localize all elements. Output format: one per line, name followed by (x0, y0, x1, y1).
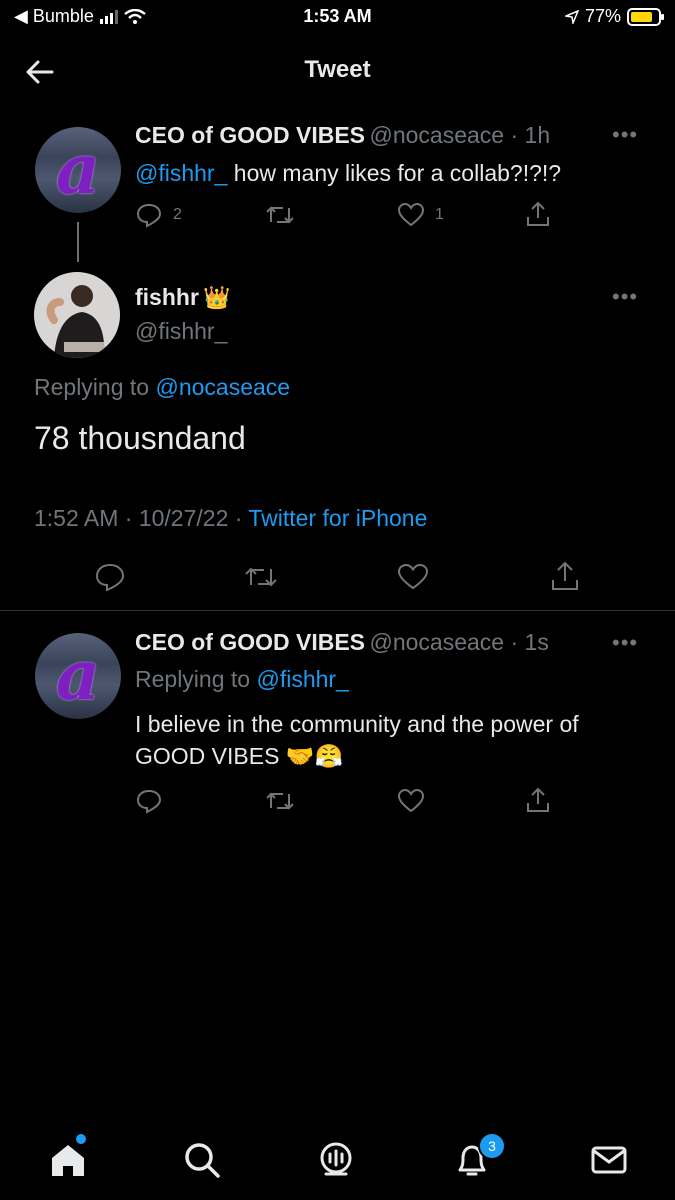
tweet-author[interactable]: fishhr 👑 (135, 284, 231, 311)
like-count: 1 (435, 206, 444, 223)
tweet-timestamp: 1:52 AM · 10/27/22 · Twitter for iPhone (34, 505, 427, 532)
handle-time: @nocaseace · 1h (369, 122, 551, 148)
replying-to-link[interactable]: @fishhr_ (256, 666, 348, 692)
tweet-text-line: I believe in the community and the power… (135, 711, 579, 737)
reply-button[interactable]: 2 (135, 202, 182, 228)
main-tweet-actions (0, 556, 675, 600)
nav-search[interactable] (180, 1138, 224, 1182)
replying-prefix: Replying to (135, 666, 257, 692)
retweet-icon (266, 206, 294, 224)
notifications-badge: 3 (478, 1132, 506, 1160)
display-name[interactable]: CEO of GOOD VIBES (135, 629, 365, 655)
heart-icon (397, 202, 425, 227)
heart-icon[interactable] (397, 788, 425, 814)
tweet-actions (135, 786, 555, 816)
more-options-icon[interactable]: ••• (612, 284, 638, 310)
bottom-nav: 3 (0, 1120, 675, 1200)
spaces-icon (320, 1142, 352, 1176)
avatar[interactable]: a (35, 633, 121, 719)
display-name[interactable]: CEO of GOOD VIBES (135, 122, 365, 148)
heart-icon[interactable] (397, 563, 429, 591)
tweet-text: 78 thousndand (34, 420, 246, 456)
crown-emoji: 👑 (203, 285, 231, 310)
tweet-header: CEO of GOOD VIBES @nocaseace · 1s (135, 629, 605, 656)
profile-photo (34, 272, 120, 358)
reply-icon[interactable] (94, 562, 126, 592)
display-name: fishhr (135, 284, 199, 310)
reply-icon (136, 203, 162, 228)
status-right: 77% (564, 6, 664, 27)
avatar[interactable] (34, 272, 120, 358)
share-icon[interactable] (550, 560, 580, 592)
thread-connector (77, 222, 79, 262)
tweet-text-line: GOOD VIBES 🤝😤 (135, 743, 344, 769)
retweet-icon[interactable] (265, 788, 295, 814)
handle-time: @nocaseace · 1s (369, 629, 549, 655)
like-button[interactable]: 1 (397, 202, 444, 228)
share-button[interactable] (525, 200, 551, 228)
location-arrow-icon (564, 9, 579, 24)
divider (0, 610, 675, 611)
nav-spaces[interactable] (314, 1138, 358, 1182)
retweet-button[interactable] (265, 202, 295, 228)
reply-icon[interactable] (135, 788, 163, 814)
page-title: Tweet (304, 56, 371, 83)
handle: @fishhr_ (135, 318, 228, 344)
timestamp: 1:52 AM · 10/27/22 · (34, 505, 249, 531)
status-bar: ◀ Bumble 1:53 AM 77% (0, 0, 675, 40)
replying-to-link[interactable]: @nocaseace (155, 374, 290, 400)
share-icon (527, 201, 549, 226)
tweet-text-content: how many likes for a collab?!?!? (227, 160, 562, 186)
tweet-actions: 2 1 (135, 200, 555, 230)
nav-home[interactable] (46, 1134, 90, 1182)
search-icon (185, 1143, 220, 1178)
retweet-icon[interactable] (244, 563, 278, 591)
client-link[interactable]: Twitter for iPhone (248, 505, 427, 531)
battery-icon (627, 7, 664, 26)
reply-count: 2 (173, 206, 182, 223)
replying-to: Replying to @nocaseace (34, 374, 290, 401)
replying-to: Replying to @fishhr_ (135, 666, 349, 693)
avatar-letter: a (55, 130, 101, 210)
battery-percent: 77% (584, 6, 621, 26)
unread-dot (76, 1134, 86, 1144)
replying-prefix: Replying to (34, 374, 156, 400)
home-icon (52, 1145, 84, 1176)
nav-messages[interactable] (587, 1138, 631, 1182)
more-options-icon[interactable]: ••• (612, 630, 638, 656)
share-icon[interactable] (525, 786, 551, 814)
mail-icon (591, 1146, 627, 1174)
tweet-text: @fishhr_ how many likes for a collab?!?!… (135, 157, 655, 189)
more-options-icon[interactable]: ••• (612, 122, 638, 148)
nav-notifications[interactable]: 3 (450, 1132, 506, 1182)
header: Tweet (0, 40, 675, 102)
avatar[interactable]: a (35, 127, 121, 213)
avatar-letter: a (55, 636, 101, 716)
mention-link[interactable]: @fishhr_ (135, 160, 227, 186)
tweet-header: CEO of GOOD VIBES @nocaseace · 1h (135, 122, 605, 149)
tweet-text: I believe in the community and the power… (135, 708, 665, 772)
